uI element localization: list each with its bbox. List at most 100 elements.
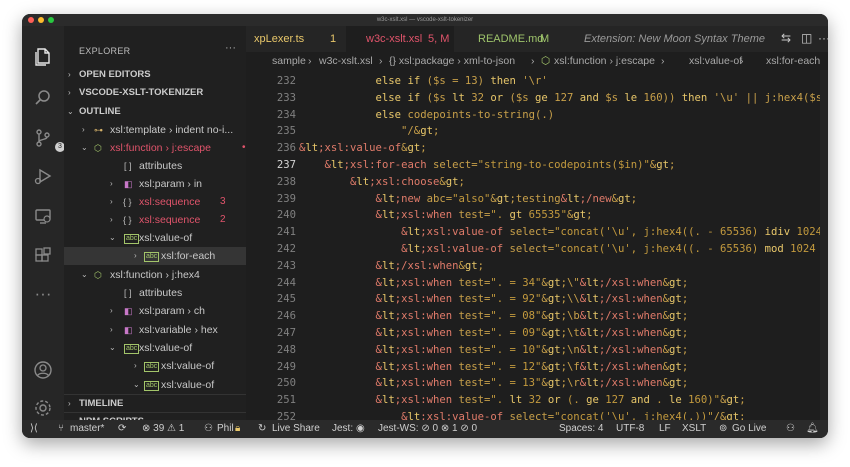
more-icon[interactable]: ··· xyxy=(33,284,53,304)
chevron-right-icon: › xyxy=(110,215,113,224)
status-bar: ⟩⟨ ⑂ master* ⟳ ⊗ 39 ⚠ 1 ⚇ Phil 🔒︎ ↻ Live… xyxy=(22,420,828,438)
chevron-down-icon: ⌄ xyxy=(67,107,74,116)
overview-ruler[interactable] xyxy=(820,70,828,420)
go-live-button[interactable]: Go Live xyxy=(732,420,766,438)
close-window-button[interactable] xyxy=(28,17,34,23)
eol-status[interactable]: LF xyxy=(659,420,671,438)
sidebar-more-icon[interactable]: ··· xyxy=(225,42,236,54)
breadcrumb-item[interactable]: {} xsl:package › xml-to-json xyxy=(389,52,515,70)
extensions-icon[interactable] xyxy=(33,246,53,266)
outline-item[interactable]: › abc xsl:for-each xyxy=(64,247,246,265)
code-line: &lt;xsl:when test=". = 09"&gt;\t&lt;/xsl… xyxy=(375,327,689,339)
code-editor[interactable]: 232 else if ($s = 13) then '\r' 233 else … xyxy=(246,70,828,420)
problems-indicator[interactable]: ⊗ 39 ⚠ 1 xyxy=(142,420,184,438)
line-number: 239 xyxy=(276,192,296,205)
outline-section[interactable]: ⌄ OUTLINE xyxy=(64,103,246,121)
jest-ws-status[interactable]: Jest-WS: ⊘ 0 ⊗ 1 ⊘ 0 xyxy=(378,420,477,438)
line-number: 234 xyxy=(276,108,296,121)
line-number: 236 xyxy=(276,142,296,155)
account-icon[interactable] xyxy=(33,360,53,380)
feedback-icon[interactable]: ⚇ xyxy=(786,420,795,438)
outline-item[interactable]: ⌄ abc xsl:value-of xyxy=(64,339,246,357)
braces-icon: { } xyxy=(123,197,132,207)
outline-item[interactable]: [ ] attributes xyxy=(64,157,246,175)
live-share-button[interactable]: Live Share xyxy=(272,420,320,438)
breadcrumb-item[interactable]: xsl:for-each xyxy=(766,52,820,70)
text-icon: abc xyxy=(124,234,140,244)
code-line: &lt;xsl:when test=". = 10"&gt;\n&lt;/xsl… xyxy=(375,343,689,356)
code-line: &lt;xsl:when test=". = 34"&gt;\"&lt;/xsl… xyxy=(375,276,689,289)
outline-item[interactable]: › ◧ xsl:variable › hex xyxy=(64,321,246,339)
tab-extension[interactable]: Extension: New Moon Syntax Theme xyxy=(568,26,768,52)
breadcrumb-item[interactable]: w3c-xslt.xsl xyxy=(319,52,373,70)
chevron-right-icon: › xyxy=(82,125,85,134)
chevron-down-icon: ⌄ xyxy=(81,143,88,152)
cube-icon: ⬡ xyxy=(541,55,551,67)
outline-item[interactable]: › abc xsl:value-of xyxy=(64,357,246,375)
tab-readme[interactable]: README.md M xyxy=(454,26,568,52)
param-icon: ◧ xyxy=(124,325,133,335)
notifications-bell-icon[interactable]: 🔔︎ xyxy=(806,420,819,438)
outline-item[interactable]: › ⊶ xsl:template › indent no-i... xyxy=(64,121,246,139)
outline-item[interactable]: ⌄ ⬡ xsl:function › j:hex4 xyxy=(64,266,246,284)
code-line: else codepoints-to-string(.) xyxy=(375,108,555,121)
live-share-icon: ↻ xyxy=(258,423,267,434)
line-number: 241 xyxy=(276,226,296,239)
user-name[interactable]: Phil xyxy=(217,420,234,438)
encoding-status[interactable]: UTF-8 xyxy=(616,420,644,438)
breadcrumb-item[interactable]: xsl:function › j:escape xyxy=(554,52,655,70)
jest-status[interactable]: Jest: xyxy=(332,420,353,438)
code-line: &lt;xsl:when test=". = 12"&gt;\f&lt;/xsl… xyxy=(375,360,689,373)
outline-item[interactable]: › { } xsl:sequence 3 xyxy=(64,193,246,211)
braces-icon: { } xyxy=(123,215,132,225)
code-line: &lt;xsl:value-of select="concat('\u', j:… xyxy=(401,411,746,420)
outline-item[interactable]: ⌄ abc xsl:value-of xyxy=(64,376,246,394)
branch-name[interactable]: master* xyxy=(70,420,104,438)
text-icon: abc xyxy=(144,362,160,372)
outline-item[interactable]: ⌄ abc xsl:value-of xyxy=(64,229,246,247)
project-section[interactable]: › VSCODE-XSLT-TOKENIZER xyxy=(64,84,246,102)
chevron-right-icon: › xyxy=(740,55,744,67)
brackets-icon: [ ] xyxy=(124,161,132,171)
line-number: 233 xyxy=(276,91,296,104)
source-control-icon[interactable]: 3 xyxy=(33,128,65,152)
lock-icon: 🔒︎ xyxy=(235,423,241,434)
breadcrumb-item[interactable]: xsl:value-of xyxy=(689,52,742,70)
sync-icon[interactable]: ⟳ xyxy=(118,420,126,438)
search-icon[interactable] xyxy=(33,88,53,108)
maximize-window-button[interactable] xyxy=(48,17,54,23)
outline-item[interactable]: › { } xsl:sequence 2 xyxy=(64,211,246,229)
broadcast-icon: ⊚ xyxy=(719,423,728,434)
indentation-status[interactable]: Spaces: 4 xyxy=(559,420,603,438)
outline-item[interactable]: › ◧ xsl:param › in xyxy=(64,175,246,193)
compare-icon[interactable]: ⇆ xyxy=(781,31,791,45)
tab-w3c-xslt[interactable]: w3c-xslt.xsl 5, M xyxy=(346,26,454,52)
chevron-right-icon: › xyxy=(661,55,665,67)
breadcrumb-item[interactable]: sample xyxy=(272,52,306,70)
chevron-right-icon: › xyxy=(308,55,312,67)
minimize-window-button[interactable] xyxy=(38,17,44,23)
eye-icon: ◉ xyxy=(356,423,365,434)
language-mode[interactable]: XSLT xyxy=(682,420,706,438)
outline-item[interactable]: [ ] attributes xyxy=(64,284,246,302)
remote-icon[interactable]: ⟩⟨ xyxy=(30,420,38,438)
window-title: w3c-xslt.xsl — vscode-xslt-tokenizer xyxy=(376,17,474,23)
remote-explorer-icon[interactable] xyxy=(33,206,53,226)
explorer-icon[interactable] xyxy=(33,46,53,66)
breadcrumb: sample › w3c-xslt.xsl › {} xsl:package ›… xyxy=(246,52,828,70)
settings-gear-icon[interactable] xyxy=(33,398,53,418)
code-line: else if ($s = 13) then '\r' xyxy=(375,75,548,87)
more-actions-icon[interactable]: ··· xyxy=(818,31,828,45)
open-editors-section[interactable]: › OPEN EDITORS xyxy=(64,66,246,84)
tab-xplexer[interactable]: xpLexer.ts 1 xyxy=(246,26,346,52)
timeline-section[interactable]: › TIMELINE xyxy=(64,394,246,413)
split-editor-icon[interactable]: ◫ xyxy=(801,31,812,45)
outline-item[interactable]: ⌄ ⬡ xsl:function › j:escape • xyxy=(64,139,246,157)
code-line: &lt;xsl:when test=". = 13"&gt;\r&lt;/xsl… xyxy=(375,377,689,390)
outline-item[interactable]: › ◧ xsl:param › ch xyxy=(64,302,246,320)
branch-icon: ⑂ xyxy=(58,423,64,434)
error-dot-icon: • xyxy=(242,142,246,153)
brackets-icon: [ ] xyxy=(124,288,132,298)
run-debug-icon[interactable] xyxy=(33,166,53,186)
code-line: else if ($s lt 32 or ($s ge 127 and $s l… xyxy=(375,91,828,104)
